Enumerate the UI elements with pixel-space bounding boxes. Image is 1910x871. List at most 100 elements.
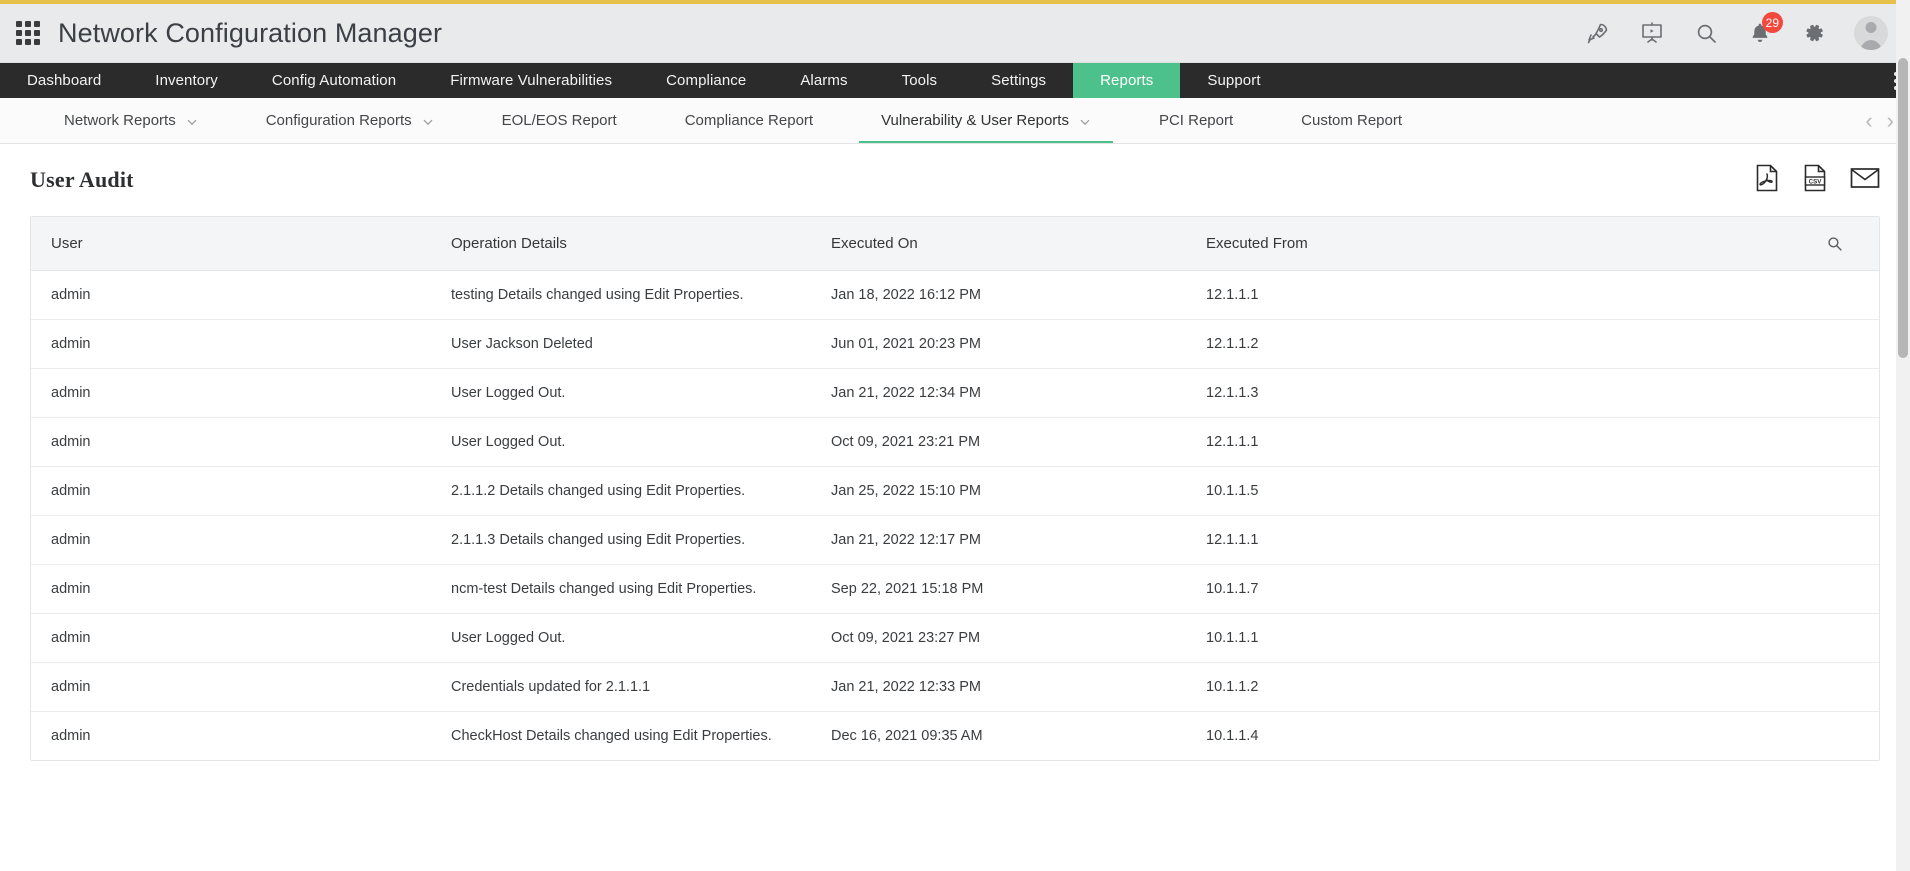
rocket-icon[interactable] xyxy=(1584,19,1612,47)
cell-user: admin xyxy=(31,515,431,564)
cell-operation: User Jackson Deleted xyxy=(431,319,811,368)
svg-text:CSV: CSV xyxy=(1809,178,1823,185)
gear-icon[interactable] xyxy=(1800,19,1828,47)
cell-operation: 2.1.1.2 Details changed using Edit Prope… xyxy=(431,466,811,515)
sub-nav-label: Custom Report xyxy=(1301,112,1402,129)
sub-nav-label: PCI Report xyxy=(1159,112,1233,129)
cell-operation: User Logged Out. xyxy=(431,368,811,417)
sub-nav-vulnerability-user-reports[interactable]: Vulnerability & User Reports xyxy=(847,98,1125,143)
table-search-icon[interactable] xyxy=(1826,235,1879,252)
nav-item-dashboard[interactable]: Dashboard xyxy=(0,63,128,98)
export-icon-group: CSV xyxy=(1754,164,1880,197)
table-row[interactable]: admin ncm-test Details changed using Edi… xyxy=(31,564,1879,613)
cell-operation: User Logged Out. xyxy=(431,613,811,662)
column-header-operation-details[interactable]: Operation Details xyxy=(431,217,811,270)
avatar[interactable] xyxy=(1854,16,1888,50)
table-row[interactable]: admin User Logged Out. Jan 21, 2022 12:3… xyxy=(31,368,1879,417)
cell-executed-from: 10.1.1.2 xyxy=(1186,662,1879,711)
sub-nav-configuration-reports[interactable]: Configuration Reports xyxy=(232,98,468,143)
nav-item-inventory[interactable]: Inventory xyxy=(128,63,245,98)
chevron-down-icon xyxy=(1079,115,1091,127)
sub-nav-network-reports[interactable]: Network Reports xyxy=(30,98,232,143)
table-row[interactable]: admin 2.1.1.2 Details changed using Edit… xyxy=(31,466,1879,515)
cell-executed-from: 12.1.1.1 xyxy=(1186,515,1879,564)
cell-executed-on: Sep 22, 2021 15:18 PM xyxy=(811,564,1186,613)
vertical-scrollbar[interactable] xyxy=(1896,0,1910,871)
cell-user: admin xyxy=(31,711,431,760)
cell-user: admin xyxy=(31,662,431,711)
main-navigation: Dashboard Inventory Config Automation Fi… xyxy=(0,63,1910,98)
page-title: User Audit xyxy=(30,167,134,193)
export-pdf-icon[interactable] xyxy=(1754,164,1780,197)
table-row[interactable]: admin User Logged Out. Oct 09, 2021 23:2… xyxy=(31,417,1879,466)
cell-operation: CheckHost Details changed using Edit Pro… xyxy=(431,711,811,760)
table-row[interactable]: admin 2.1.1.3 Details changed using Edit… xyxy=(31,515,1879,564)
bell-icon[interactable]: 29 xyxy=(1746,19,1774,47)
sub-nav-label: Compliance Report xyxy=(685,112,813,129)
nav-item-firmware-vulnerabilities[interactable]: Firmware Vulnerabilities xyxy=(423,63,639,98)
column-header-user[interactable]: User xyxy=(31,217,431,270)
nav-item-alarms[interactable]: Alarms xyxy=(773,63,874,98)
cell-executed-on: Oct 09, 2021 23:21 PM xyxy=(811,417,1186,466)
chevron-down-icon xyxy=(422,115,434,127)
cell-executed-from: 10.1.1.1 xyxy=(1186,613,1879,662)
cell-executed-on: Jan 21, 2022 12:33 PM xyxy=(811,662,1186,711)
email-report-icon[interactable] xyxy=(1850,165,1880,196)
cell-executed-on: Jan 21, 2022 12:34 PM xyxy=(811,368,1186,417)
sub-nav-custom-report[interactable]: Custom Report xyxy=(1267,98,1436,143)
cell-user: admin xyxy=(31,319,431,368)
column-header-executed-from[interactable]: Executed From xyxy=(1186,217,1879,270)
column-header-executed-on[interactable]: Executed On xyxy=(811,217,1186,270)
cell-operation: testing Details changed using Edit Prope… xyxy=(431,270,811,319)
table-header: User Operation Details Executed On Execu… xyxy=(31,217,1879,270)
nav-item-settings[interactable]: Settings xyxy=(964,63,1073,98)
app-header: Network Configuration Manager xyxy=(0,4,1910,63)
chevron-right-icon[interactable]: › xyxy=(1887,110,1894,132)
nav-item-support[interactable]: Support xyxy=(1180,63,1287,98)
sub-nav-compliance-report[interactable]: Compliance Report xyxy=(651,98,847,143)
page-content: User Audit CSV xyxy=(0,144,1910,871)
cell-executed-from: 10.1.1.7 xyxy=(1186,564,1879,613)
sub-nav-eol-eos-report[interactable]: EOL/EOS Report xyxy=(468,98,651,143)
table-row[interactable]: admin Credentials updated for 2.1.1.1 Ja… xyxy=(31,662,1879,711)
chevron-left-icon[interactable]: ‹ xyxy=(1865,110,1872,132)
cell-user: admin xyxy=(31,466,431,515)
cell-executed-on: Jan 21, 2022 12:17 PM xyxy=(811,515,1186,564)
cell-executed-on: Jan 25, 2022 15:10 PM xyxy=(811,466,1186,515)
nav-item-config-automation[interactable]: Config Automation xyxy=(245,63,423,98)
cell-operation: 2.1.1.3 Details changed using Edit Prope… xyxy=(431,515,811,564)
grid-apps-icon[interactable] xyxy=(16,21,40,45)
export-csv-icon[interactable]: CSV xyxy=(1802,164,1828,197)
cell-user: admin xyxy=(31,270,431,319)
cell-user: admin xyxy=(31,613,431,662)
user-audit-table: User Operation Details Executed On Execu… xyxy=(30,216,1880,761)
cell-executed-from: 10.1.1.5 xyxy=(1186,466,1879,515)
sub-nav-pci-report[interactable]: PCI Report xyxy=(1125,98,1267,143)
cell-executed-on: Jun 01, 2021 20:23 PM xyxy=(811,319,1186,368)
sub-nav-label: Vulnerability & User Reports xyxy=(881,112,1069,129)
cell-executed-on: Jan 18, 2022 16:12 PM xyxy=(811,270,1186,319)
cell-user: admin xyxy=(31,368,431,417)
nav-item-reports[interactable]: Reports xyxy=(1073,63,1180,98)
search-icon[interactable] xyxy=(1692,19,1720,47)
sub-nav-label: Network Reports xyxy=(64,112,176,129)
column-header-executed-from-label: Executed From xyxy=(1206,235,1308,252)
cell-executed-from: 12.1.1.1 xyxy=(1186,417,1879,466)
header-icon-group: 29 xyxy=(1584,16,1888,50)
cell-executed-from: 12.1.1.3 xyxy=(1186,368,1879,417)
table-row[interactable]: admin User Logged Out. Oct 09, 2021 23:2… xyxy=(31,613,1879,662)
table-row[interactable]: admin CheckHost Details changed using Ed… xyxy=(31,711,1879,760)
sub-nav-label: EOL/EOS Report xyxy=(502,112,617,129)
table-row[interactable]: admin testing Details changed using Edit… xyxy=(31,270,1879,319)
cell-executed-from: 10.1.1.4 xyxy=(1186,711,1879,760)
sub-nav-label: Configuration Reports xyxy=(266,112,412,129)
presentation-icon[interactable] xyxy=(1638,19,1666,47)
nav-item-compliance[interactable]: Compliance xyxy=(639,63,773,98)
audit-table: User Operation Details Executed On Execu… xyxy=(31,217,1879,760)
table-row[interactable]: admin User Jackson Deleted Jun 01, 2021 … xyxy=(31,319,1879,368)
app-title: Network Configuration Manager xyxy=(58,18,442,49)
nav-item-tools[interactable]: Tools xyxy=(875,63,965,98)
scrollbar-thumb[interactable] xyxy=(1898,58,1908,358)
notification-badge: 29 xyxy=(1762,12,1783,33)
chevron-down-icon xyxy=(186,115,198,127)
